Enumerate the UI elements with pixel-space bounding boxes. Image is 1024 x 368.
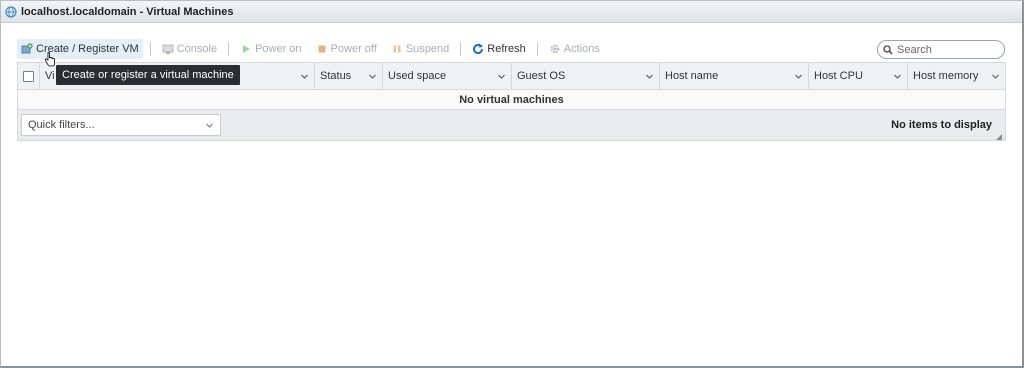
refresh-button[interactable]: Refresh [468, 39, 530, 59]
refresh-icon [472, 43, 484, 55]
actions-button[interactable]: Actions [545, 39, 604, 59]
suspend-button[interactable]: Suspend [387, 39, 453, 59]
chevron-down-icon[interactable] [497, 72, 506, 81]
select-all-column [18, 63, 40, 89]
create-vm-icon [21, 43, 33, 55]
console-button[interactable]: Console [158, 39, 221, 59]
hand-cursor-icon [44, 51, 56, 68]
empty-message: No virtual machines [459, 93, 564, 106]
chevron-down-icon[interactable] [893, 72, 902, 81]
column-header-host-cpu[interactable]: Host CPU [809, 63, 908, 89]
quick-filters-dropdown[interactable]: Quick filters... [21, 114, 221, 136]
window-titlebar: localhost.localdomain - Virtual Machines [1, 1, 1022, 23]
column-header-host-memory[interactable]: Host memory [908, 63, 1005, 89]
grid-footer: Quick filters... No items to display [18, 110, 1005, 140]
toolbar-separator [228, 42, 230, 56]
chevron-down-icon[interactable] [794, 72, 803, 81]
select-all-checkbox[interactable] [23, 70, 34, 82]
column-header-status[interactable]: Status [315, 63, 383, 89]
column-label: Host CPU [814, 70, 863, 82]
chevron-down-icon[interactable] [300, 72, 309, 81]
power-on-label: Power on [255, 43, 302, 55]
search-icon [883, 44, 893, 55]
console-icon [162, 43, 174, 55]
toolbar-separator [149, 42, 151, 56]
column-header-used-space[interactable]: Used space [383, 63, 512, 89]
toolbar-separator [536, 42, 538, 56]
column-label: Used space [388, 70, 447, 82]
column-label: Guest OS [517, 70, 566, 82]
power-on-button[interactable]: Power on [236, 39, 305, 59]
empty-message-row: No virtual machines [18, 90, 1005, 110]
search-box[interactable] [877, 40, 1005, 59]
pause-icon [391, 43, 403, 55]
power-on-icon [240, 43, 252, 55]
resize-grip-icon[interactable] [996, 131, 1002, 140]
column-header-host-name[interactable]: Host name [660, 63, 809, 89]
suspend-label: Suspend [405, 43, 450, 55]
refresh-label: Refresh [487, 43, 526, 55]
column-label: Host memory [913, 70, 979, 82]
vm-toolbar: Create / Register VM Console Power on Po… [17, 39, 604, 59]
chevron-down-icon[interactable] [368, 72, 377, 81]
power-off-label: Power off [330, 43, 377, 55]
power-off-icon [316, 43, 328, 55]
quick-filters-label: Quick filters... [28, 119, 95, 131]
items-count: No items to display [891, 119, 992, 131]
vm-globe-icon [5, 5, 17, 18]
window-title: localhost.localdomain - Virtual Machines [21, 5, 234, 18]
tooltip: Create or register a virtual machine [56, 65, 240, 85]
chevron-down-icon[interactable] [645, 72, 654, 81]
actions-label: Actions [563, 43, 600, 55]
toolbar-separator [460, 42, 462, 56]
column-label: Vi [45, 70, 55, 82]
column-label: Status [320, 70, 352, 82]
gear-icon [549, 43, 561, 55]
chevron-down-icon [205, 121, 214, 130]
search-input[interactable] [897, 43, 997, 56]
tooltip-text: Create or register a virtual machine [62, 69, 234, 81]
column-header-guest-os[interactable]: Guest OS [512, 63, 660, 89]
vm-window: localhost.localdomain - Virtual Machines… [0, 0, 1024, 368]
column-label: Host name [665, 70, 719, 82]
create-register-vm-button[interactable]: Create / Register VM [17, 39, 143, 59]
console-label: Console [176, 43, 218, 55]
chevron-down-icon[interactable] [991, 72, 1000, 81]
power-off-button[interactable]: Power off [312, 39, 381, 59]
